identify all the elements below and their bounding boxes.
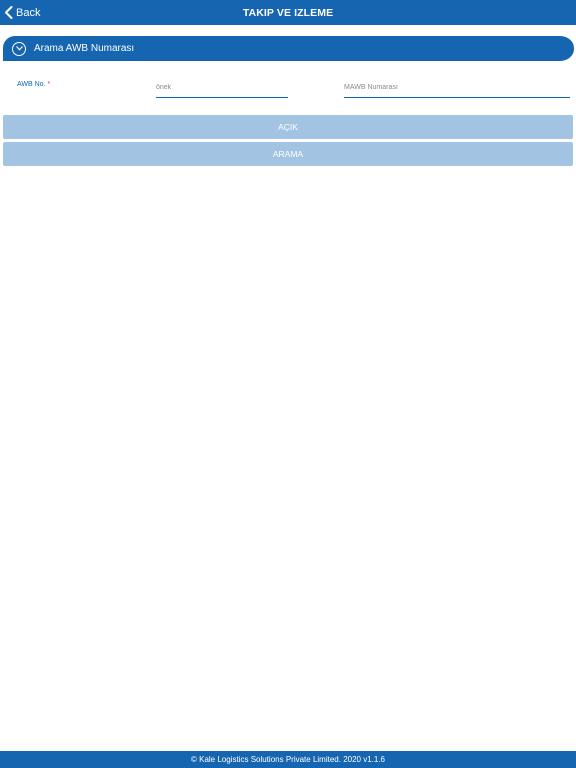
awb-prefix-input[interactable] [156, 77, 288, 98]
mawb-number-input[interactable] [344, 77, 570, 98]
required-marker: * [47, 81, 51, 88]
footer-copyright: © Kale Logistics Solutions Private Limit… [0, 751, 576, 768]
section-title: Arama AWB Numarası [34, 43, 135, 54]
awb-search-section-header[interactable]: Arama AWB Numarası [3, 36, 574, 61]
awb-label-text: AWB No. [17, 81, 46, 88]
open-button[interactable]: AÇIK [3, 115, 573, 139]
top-navigation-bar: Back TAKIP VE IZLEME [0, 0, 576, 25]
chevron-down-circle-icon[interactable] [12, 41, 26, 56]
search-button[interactable]: ARAMA [3, 142, 573, 166]
awb-number-label: AWB No. * [17, 81, 50, 88]
page-title: TAKIP VE IZLEME [242, 7, 334, 19]
